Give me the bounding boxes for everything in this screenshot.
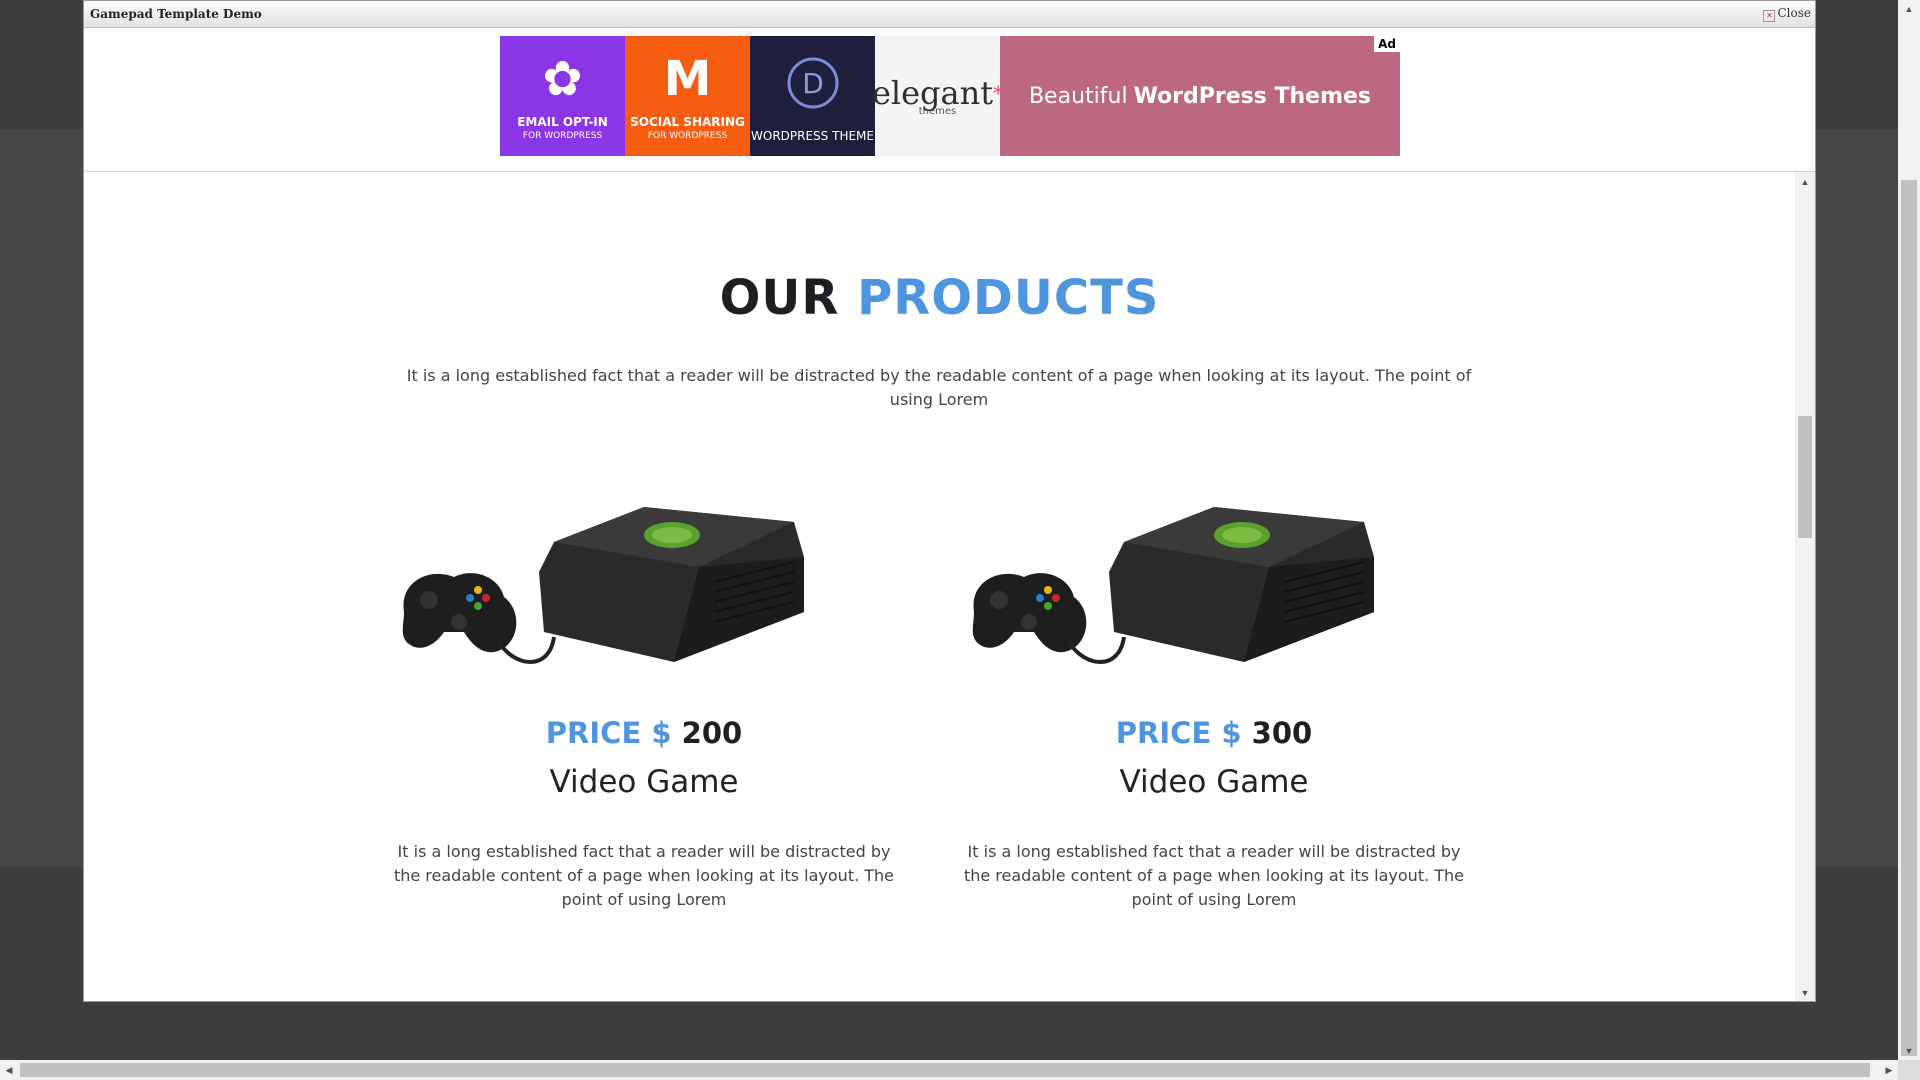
page-horizontal-scrollbar-thumb[interactable] xyxy=(20,1063,1870,1077)
divi-logo-icon: D xyxy=(786,56,840,122)
ad-tile-line2: FOR WORDPRESS xyxy=(647,131,728,141)
flower-logo-icon: ✿ xyxy=(542,51,583,107)
scroll-up-arrow-icon[interactable]: ▲ xyxy=(1795,174,1815,190)
dialog-title: Gamepad Template Demo xyxy=(90,7,262,21)
product-card: PRICE $ 300 Video Game It is a long esta… xyxy=(944,472,1484,912)
ad-banner[interactable]: ✿ EMAIL OPT-IN FOR WORDPRESS M SOCIAL SH… xyxy=(500,36,1400,156)
heading-dark: OUR xyxy=(719,270,840,326)
ad-tile-line1: EMAIL OPT-IN xyxy=(517,115,608,129)
price-value: 200 xyxy=(681,716,743,750)
section-intro: It is a long established fact that a rea… xyxy=(406,366,1472,409)
page-horizontal-scrollbar[interactable]: ◀ ▶ xyxy=(0,1060,1898,1080)
page-vertical-scrollbar-thumb[interactable] xyxy=(1901,180,1917,1056)
dialog-scrollbar[interactable]: ▲ ▼ xyxy=(1795,172,1815,1001)
ad-tagline-bold: WordPress Themes xyxy=(1133,83,1372,109)
close-label: Close xyxy=(1777,6,1811,20)
page-vertical-scrollbar[interactable]: ▲ ▼ xyxy=(1898,0,1920,1060)
elegant-logo-sub: themes xyxy=(918,105,957,117)
product-card: PRICE $ 200 Video Game It is a long esta… xyxy=(374,472,914,912)
ad-tile-line1: WORDPRESS THEME xyxy=(751,129,874,143)
product-price: PRICE $ 200 xyxy=(374,716,914,750)
heading-accent: PRODUCTS xyxy=(857,270,1160,326)
ad-tile-wordpress-theme[interactable]: D WORDPRESS THEME xyxy=(750,36,875,156)
product-image xyxy=(944,472,1484,682)
monarch-logo-icon: M xyxy=(663,51,712,107)
page-scroll-right-icon[interactable]: ▶ xyxy=(1880,1060,1898,1080)
products-section: OUR PRODUCTS It is a long established fa… xyxy=(84,172,1795,1001)
ad-label: Ad xyxy=(1374,36,1400,52)
close-button[interactable]: ✕ Close xyxy=(1763,6,1811,22)
price-label: PRICE $ xyxy=(545,716,672,750)
scroll-down-arrow-icon[interactable]: ▼ xyxy=(1795,985,1815,1001)
dialog-titlebar: Gamepad Template Demo ✕ Close xyxy=(84,1,1815,28)
ad-tile-email-optin[interactable]: ✿ EMAIL OPT-IN FOR WORDPRESS xyxy=(500,36,625,156)
close-icon: ✕ xyxy=(1763,10,1776,22)
elegant-logo: elegant* xyxy=(871,73,1004,112)
product-description: It is a long established fact that a rea… xyxy=(393,842,895,909)
ad-tagline-plain: Beautiful xyxy=(1028,83,1128,109)
ad-banner-zone: ✿ EMAIL OPT-IN FOR WORDPRESS M SOCIAL SH… xyxy=(84,28,1815,172)
dialog-scrollbar-thumb[interactable] xyxy=(1798,416,1812,538)
product-description: It is a long established fact that a rea… xyxy=(963,842,1465,909)
demo-dialog: Gamepad Template Demo ✕ Close ✿ EMAIL OPT… xyxy=(83,0,1816,1002)
ad-tile-line1: SOCIAL SHARING xyxy=(630,115,745,129)
ad-tile-elegant-logo[interactable]: elegant* themes xyxy=(871,36,1004,156)
page-scroll-left-icon[interactable]: ◀ xyxy=(0,1060,18,1080)
product-image xyxy=(374,472,914,682)
svg-text:D: D xyxy=(802,67,824,100)
page-scroll-up-icon[interactable]: ▲ xyxy=(1898,0,1920,18)
ad-tagline-panel[interactable]: Beautiful WordPress Themes Ad xyxy=(1000,36,1400,156)
product-price: PRICE $ 300 xyxy=(944,716,1484,750)
price-value: 300 xyxy=(1251,716,1313,750)
scrollbar-corner xyxy=(1898,1060,1920,1080)
page-scroll-down-icon[interactable]: ▼ xyxy=(1898,1042,1920,1060)
ad-tile-social-sharing[interactable]: M SOCIAL SHARING FOR WORDPRESS xyxy=(625,36,750,156)
price-label: PRICE $ xyxy=(1115,716,1242,750)
product-name: Video Game xyxy=(549,764,739,800)
ad-tile-line2: FOR WORDPRESS xyxy=(522,131,603,141)
section-heading: OUR PRODUCTS xyxy=(84,270,1795,326)
product-name: Video Game xyxy=(1119,764,1309,800)
